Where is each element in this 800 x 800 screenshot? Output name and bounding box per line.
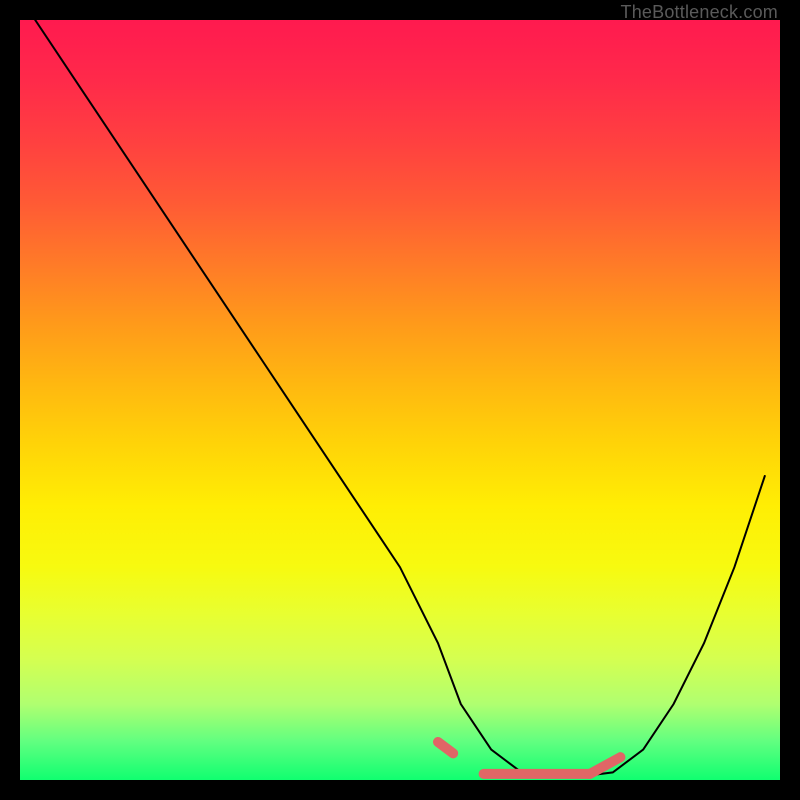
- chart-container: TheBottleneck.com: [0, 0, 800, 800]
- plot-area: [20, 20, 780, 780]
- curve-svg: [20, 20, 780, 780]
- highlight-segment: [590, 757, 620, 774]
- watermark-text: TheBottleneck.com: [621, 2, 778, 23]
- bottleneck-curve: [35, 20, 765, 776]
- highlight-segment: [438, 742, 453, 753]
- highlight-group: [438, 742, 620, 774]
